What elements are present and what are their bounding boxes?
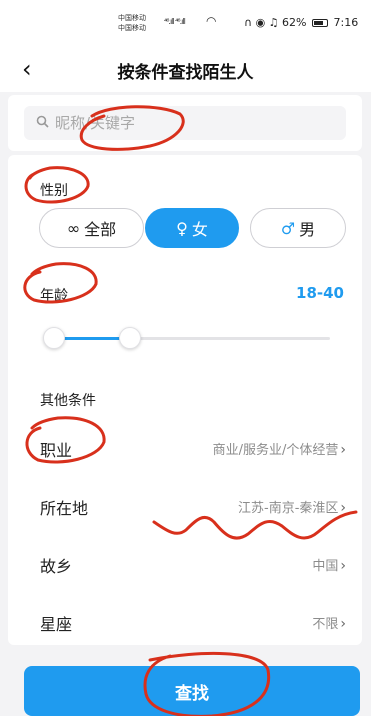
condition-value: 商业/服务业/个体经营 › <box>212 442 346 458</box>
infinity-icon: ∞ <box>66 218 81 238</box>
search-input[interactable] <box>55 114 315 132</box>
eye-icon: ◉ <box>255 16 266 29</box>
condition-value: 不限 › <box>312 616 346 632</box>
page-title: 按条件查找陌生人 <box>117 63 254 83</box>
chevron-right-icon: › <box>340 558 346 574</box>
chevron-right-icon: › <box>340 616 346 632</box>
headphone-icon: ∩ <box>244 16 253 29</box>
search-icon <box>36 115 49 132</box>
gender-option-label: 男 <box>299 220 316 239</box>
battery-percent: 62% <box>282 16 307 29</box>
condition-name: 故乡 <box>40 557 73 576</box>
search-box[interactable] <box>24 106 346 140</box>
search-button[interactable]: 查找 <box>24 666 360 716</box>
gender-option-all[interactable]: ∞ 全部 <box>39 208 144 248</box>
condition-name: 职业 <box>40 441 73 460</box>
condition-value: 江苏-南京-秦淮区 › <box>238 500 346 516</box>
age-slider-min-handle[interactable] <box>43 327 65 349</box>
signal-icon: ⁴⁶.ıll ⁴⁶.ıll <box>164 17 186 26</box>
gender-label: 性别 <box>40 183 68 199</box>
condition-row-zodiac[interactable]: 星座 不限 › <box>8 601 362 641</box>
status-right: ∩ ◉ ♫ 62% 7:16 <box>244 16 358 29</box>
clock-time: 7:16 <box>333 16 359 29</box>
gender-option-male[interactable]: ♂ 男 <box>250 208 346 248</box>
male-icon: ♂ <box>280 218 296 238</box>
age-slider-max-handle[interactable] <box>119 327 141 349</box>
wifi-icon: ◠ <box>206 14 217 28</box>
condition-name: 所在地 <box>40 499 89 518</box>
carrier-info: 中国移动 中国移动 <box>118 13 146 33</box>
other-conditions-label: 其他条件 <box>40 393 96 409</box>
search-card <box>8 95 362 151</box>
age-label: 年龄 <box>40 288 68 304</box>
gender-option-label: 全部 <box>84 220 117 239</box>
gender-option-label: 女 <box>191 220 208 239</box>
condition-row-location[interactable]: 所在地 江苏-南京-秦淮区 › <box>8 485 362 525</box>
condition-name: 星座 <box>40 615 73 634</box>
chevron-right-icon: › <box>340 442 346 458</box>
condition-row-occupation[interactable]: 职业 商业/服务业/个体经营 › <box>8 427 362 467</box>
mute-icon: ♫ <box>268 16 279 29</box>
carrier-1: 中国移动 <box>118 14 146 22</box>
female-icon: ♀ <box>176 218 188 238</box>
gender-option-female[interactable]: ♀ 女 <box>145 208 239 248</box>
age-range-value: 18-40 <box>296 284 344 302</box>
filter-card: 性别 ∞ 全部 ♀ 女 ♂ 男 年龄 18-40 其他条件 职业 商业/服务业/… <box>8 155 362 645</box>
battery-icon <box>312 19 328 27</box>
chevron-right-icon: › <box>340 500 346 516</box>
nav-bar: ‹ 按条件查找陌生人 <box>0 48 371 92</box>
carrier-2: 中国移动 <box>118 24 146 32</box>
condition-row-hometown[interactable]: 故乡 中国 › <box>8 543 362 583</box>
status-bar: 中国移动 中国移动 ⁴⁶.ıll ⁴⁶.ıll ◠ ∩ ◉ ♫ 62% 7:16 <box>0 0 371 48</box>
condition-value: 中国 › <box>312 558 346 574</box>
